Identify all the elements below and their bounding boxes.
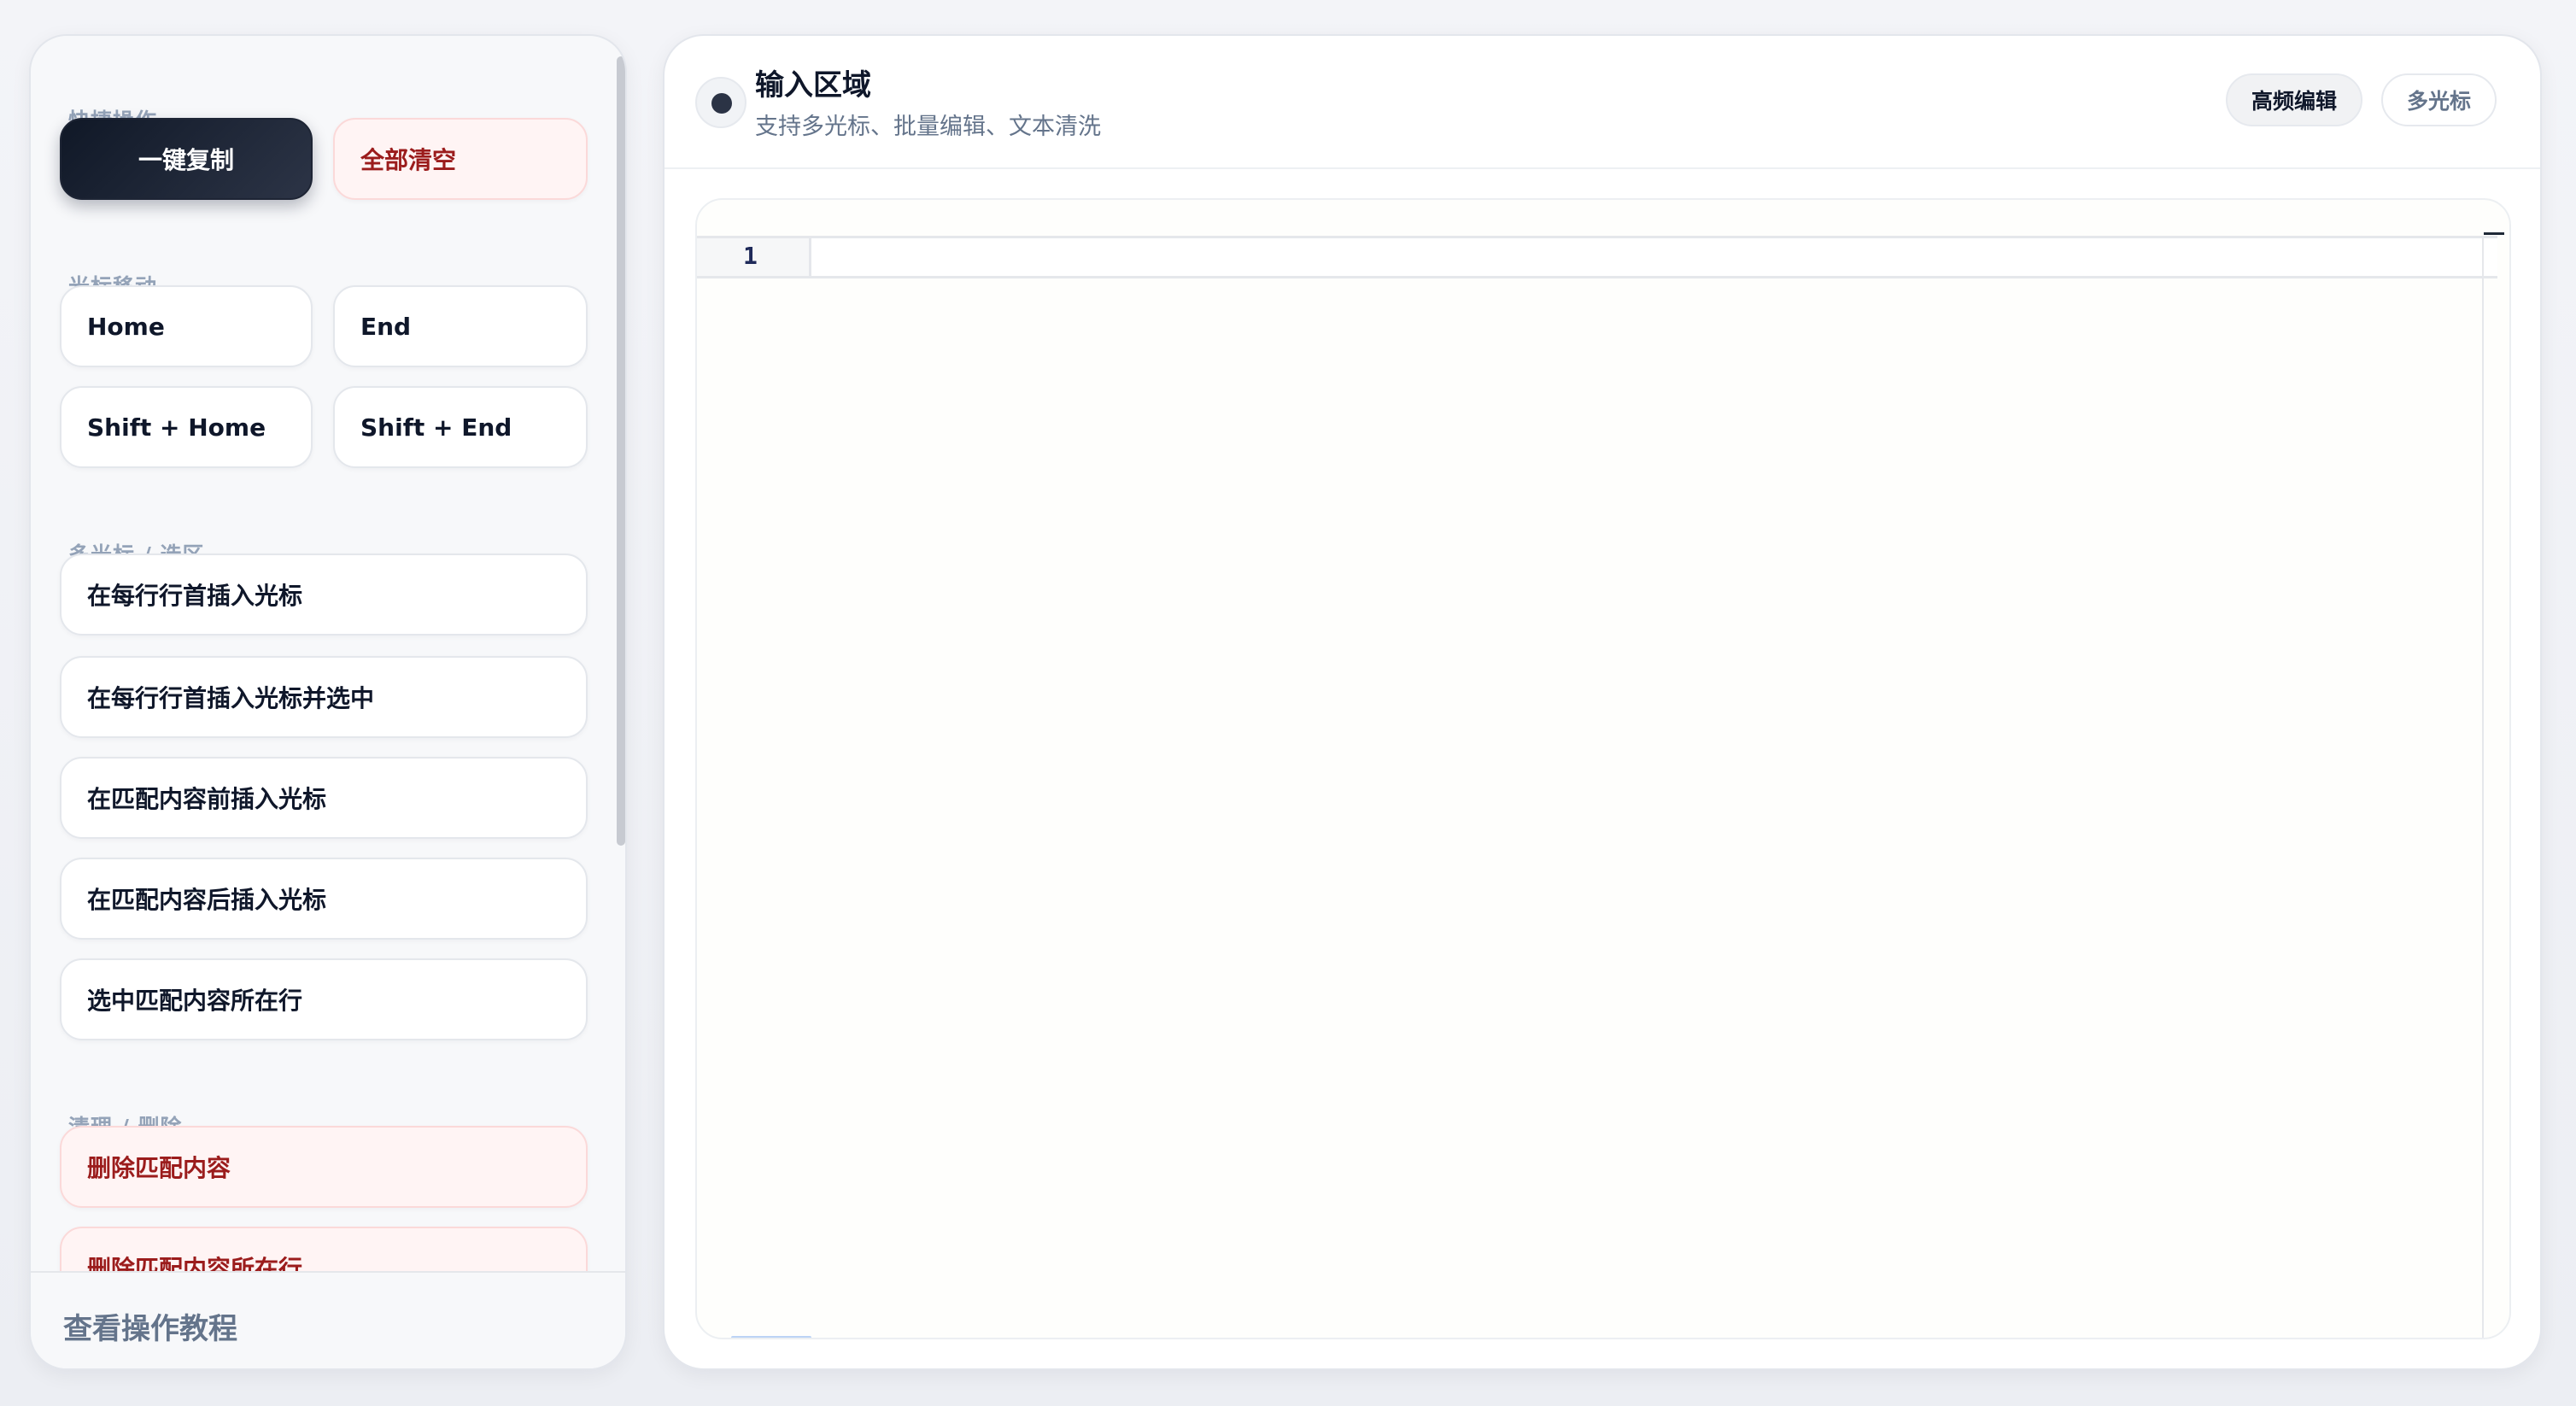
cursor-each-line-start-button[interactable]: 在每行行首插入光标 — [60, 554, 588, 636]
tab-frequent-edit[interactable]: 高频编辑 — [2226, 73, 2363, 126]
page-subtitle: 支持多光标、批量编辑、文本清洗 — [755, 114, 1101, 140]
editor-minimap-marker — [2484, 232, 2504, 235]
sidebar-scroll-area: 快捷操作 一键复制 全部清空 光标移动 Home End Shift + Hom… — [31, 36, 625, 1271]
delete-match-lines-button[interactable]: 删除匹配内容所在行 — [60, 1227, 588, 1271]
shift-home-button[interactable]: Shift + Home — [60, 386, 313, 468]
clear-all-button[interactable]: 全部清空 — [333, 118, 588, 200]
status-dot-icon — [711, 93, 732, 114]
sidebar: 快捷操作 一键复制 全部清空 光标移动 Home End Shift + Hom… — [29, 34, 627, 1370]
end-button[interactable]: End — [333, 285, 588, 367]
main-panel: 输入区域 支持多光标、批量编辑、文本清洗 高频编辑 多光标 1 — [663, 34, 2542, 1370]
cursor-each-line-start-select-button[interactable]: 在每行行首插入光标并选中 — [60, 656, 588, 738]
home-button[interactable]: Home — [60, 285, 313, 367]
code-editor[interactable]: 1 — [695, 198, 2511, 1339]
cursor-before-match-button[interactable]: 在匹配内容前插入光标 — [60, 757, 588, 839]
status-indicator — [695, 77, 746, 128]
page-title: 输入区域 — [755, 68, 871, 103]
sidebar-footer: 查看操作教程 — [31, 1271, 625, 1368]
delete-match-button[interactable]: 删除匹配内容 — [60, 1126, 588, 1208]
cursor-after-match-button[interactable]: 在匹配内容后插入光标 — [60, 858, 588, 940]
editor-gutter: 1 — [697, 238, 811, 276]
main-header: 输入区域 支持多光标、批量编辑、文本清洗 高频编辑 多光标 — [664, 36, 2540, 169]
tab-multi-cursor[interactable]: 多光标 — [2381, 73, 2497, 126]
editor-vertical-scrollbar[interactable] — [2482, 236, 2484, 1338]
app-window: 快捷操作 一键复制 全部清空 光标移动 Home End Shift + Hom… — [0, 0, 2576, 1406]
copy-all-button[interactable]: 一键复制 — [60, 118, 313, 200]
line-number: 1 — [743, 242, 758, 270]
select-match-lines-button[interactable]: 选中匹配内容所在行 — [60, 958, 588, 1040]
editor-active-line[interactable]: 1 — [697, 236, 2497, 278]
editor-horizontal-scrollbar[interactable] — [731, 1336, 811, 1338]
sidebar-scrollbar[interactable] — [617, 56, 625, 846]
tutorial-link[interactable]: 查看操作教程 — [63, 1305, 237, 1347]
shift-end-button[interactable]: Shift + End — [333, 386, 588, 468]
